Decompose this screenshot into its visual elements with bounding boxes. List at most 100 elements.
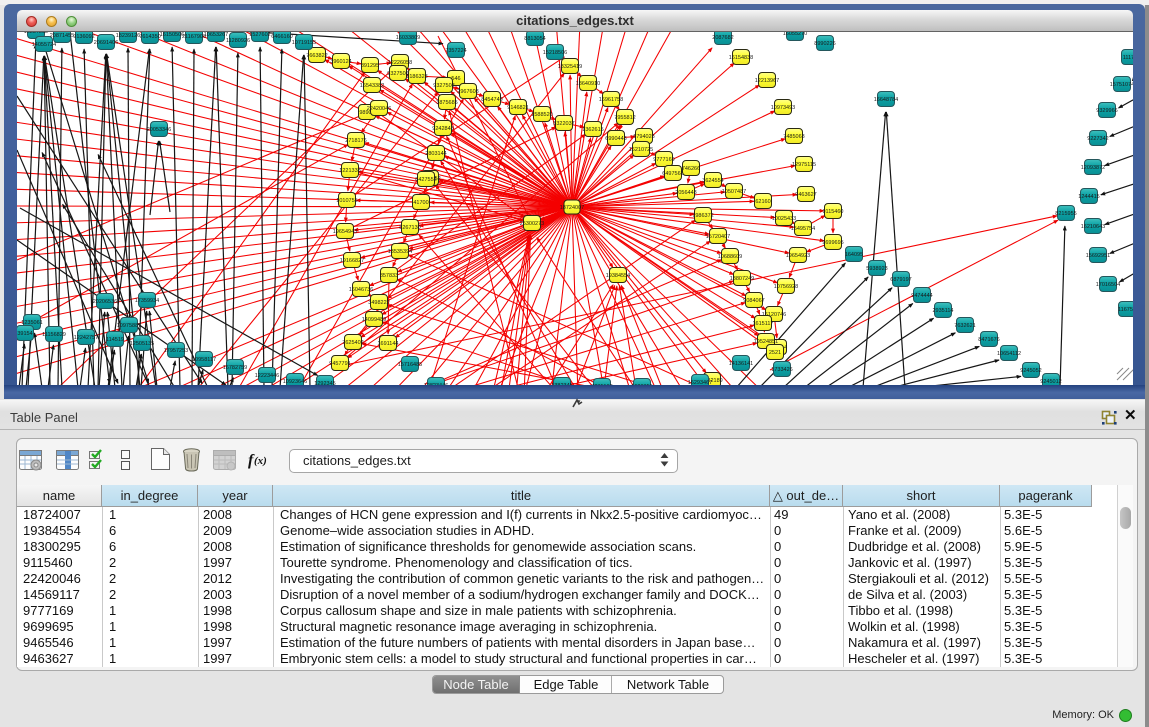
svg-text:16782759: 16782759 <box>223 365 247 371</box>
svg-text:1588520: 1588520 <box>531 112 552 118</box>
svg-text:12505135: 12505135 <box>130 341 154 347</box>
svg-text:15716485: 15716485 <box>398 362 422 368</box>
svg-text:1629356: 1629356 <box>631 384 652 390</box>
svg-text:746266: 746266 <box>682 166 700 172</box>
svg-text:3498222: 3498222 <box>368 300 389 306</box>
svg-text:891295: 891295 <box>361 63 379 69</box>
svg-text:18239126: 18239126 <box>116 33 140 39</box>
svg-text:21167908: 21167908 <box>182 34 206 40</box>
svg-text:9242843: 9242843 <box>432 126 453 132</box>
svg-text:22420046: 22420046 <box>367 106 391 112</box>
svg-text:2056443: 2056443 <box>675 190 696 196</box>
svg-text:18724007: 18724007 <box>560 205 584 211</box>
svg-text:1382345: 1382345 <box>551 383 572 389</box>
svg-text:15751074: 15751074 <box>1110 82 1134 88</box>
svg-text:1221338: 1221338 <box>339 168 360 174</box>
svg-text:15720407: 15720407 <box>706 234 730 240</box>
svg-text:16150506: 16150506 <box>160 32 184 38</box>
svg-text:15495754: 15495754 <box>791 226 815 232</box>
svg-text:9084067: 9084067 <box>743 298 764 304</box>
svg-text:6879197: 6879197 <box>890 277 911 283</box>
svg-text:9777169: 9777169 <box>653 157 674 163</box>
svg-text:857833: 857833 <box>380 273 398 279</box>
svg-text:9329966: 9329966 <box>1096 108 1117 114</box>
svg-text:2967608: 2967608 <box>457 89 478 95</box>
svg-text:17016504: 17016504 <box>1096 282 1120 288</box>
svg-text:19524851: 19524851 <box>754 339 778 345</box>
svg-text:8990226: 8990226 <box>814 41 835 47</box>
svg-text:9457791: 9457791 <box>329 361 350 367</box>
svg-text:9463627: 9463627 <box>795 192 816 198</box>
svg-text:1691144: 1691144 <box>377 341 398 347</box>
svg-text:8215955: 8215955 <box>1055 211 1076 217</box>
svg-text:9136092: 9136092 <box>73 34 94 40</box>
svg-text:20871455: 20871455 <box>50 33 74 39</box>
svg-text:19654943: 19654943 <box>333 229 357 235</box>
svg-text:13535394: 13535394 <box>388 249 412 255</box>
svg-text:16648784: 16648784 <box>874 97 898 103</box>
svg-text:10756928: 10756928 <box>774 284 798 290</box>
svg-text:5938923: 5938923 <box>866 266 887 272</box>
svg-text:19166827: 19166827 <box>340 258 364 264</box>
svg-text:12223446: 12223446 <box>255 373 279 379</box>
svg-text:16154838: 16154838 <box>729 55 753 61</box>
svg-text:25300273: 25300273 <box>520 221 544 227</box>
svg-text:9327508: 9327508 <box>433 83 454 89</box>
svg-text:16961758: 16961758 <box>599 97 623 103</box>
svg-text:3875685: 3875685 <box>436 100 457 106</box>
svg-text:9699695: 9699695 <box>822 240 843 246</box>
svg-text:7632621: 7632621 <box>954 323 975 329</box>
svg-text:12975115: 12975115 <box>792 162 816 168</box>
svg-text:12242757: 12242757 <box>74 335 98 341</box>
svg-text:14099489: 14099489 <box>362 317 386 323</box>
svg-text:62160: 62160 <box>755 199 770 205</box>
svg-text:8471676: 8471676 <box>978 337 999 343</box>
svg-text:116753: 116753 <box>1118 307 1136 313</box>
svg-text:17359934: 17359934 <box>135 298 159 304</box>
svg-text:8427552: 8427552 <box>415 177 436 183</box>
svg-text:39154: 39154 <box>17 331 32 337</box>
svg-text:7986372: 7986372 <box>692 213 713 219</box>
svg-text:10654112: 10654112 <box>997 351 1021 357</box>
svg-text:10653267: 10653267 <box>204 32 228 38</box>
svg-text:7235192: 7235192 <box>591 384 612 390</box>
svg-text:9245012: 9245012 <box>1040 379 1061 385</box>
svg-text:19384554: 19384554 <box>606 273 630 279</box>
svg-text:1733426: 1733426 <box>771 367 792 373</box>
svg-text:7955812: 7955812 <box>614 115 635 121</box>
svg-text:7663822: 7663822 <box>306 53 327 59</box>
svg-text:6794028: 6794028 <box>633 134 654 140</box>
svg-text:13325419: 13325419 <box>558 64 582 70</box>
svg-text:16293467: 16293467 <box>688 380 712 386</box>
svg-text:114519: 114519 <box>106 337 124 343</box>
svg-text:20691406: 20691406 <box>94 40 118 46</box>
svg-text:7614350: 7614350 <box>139 34 160 40</box>
svg-text:1527602: 1527602 <box>249 32 270 38</box>
svg-text:7485063: 7485063 <box>783 134 804 140</box>
svg-text:1362615: 1362615 <box>582 127 603 133</box>
svg-text:15692951: 15692951 <box>1086 253 1110 259</box>
svg-text:10923646: 10923646 <box>283 379 307 385</box>
svg-text:10025433: 10025433 <box>772 216 796 222</box>
svg-text:14055724: 14055724 <box>32 42 56 48</box>
svg-text:9146821: 9146821 <box>507 105 528 111</box>
svg-text:1615117: 1615117 <box>752 321 773 327</box>
svg-text:12823446: 12823446 <box>424 383 448 389</box>
svg-text:6990448: 6990448 <box>605 136 626 142</box>
svg-text:2935114: 2935114 <box>932 308 953 314</box>
svg-text:(x): (x) <box>254 455 267 467</box>
svg-text:8267130: 8267130 <box>399 225 420 231</box>
svg-text:2521: 2521 <box>769 350 781 356</box>
svg-text:2803144: 2803144 <box>425 151 446 157</box>
svg-text:8322037: 8322037 <box>553 121 574 127</box>
svg-text:16033809: 16033809 <box>396 35 420 41</box>
svg-text:9245052: 9245052 <box>1020 368 1041 374</box>
svg-text:18640910: 18640910 <box>576 81 600 87</box>
svg-text:10507487: 10507487 <box>722 189 746 195</box>
svg-text:16543382: 16543382 <box>360 83 384 89</box>
svg-text:3624554: 3624554 <box>702 178 723 184</box>
svg-text:9115460: 9115460 <box>822 209 843 215</box>
svg-text:12093872: 12093872 <box>1081 165 1105 171</box>
svg-text:6497568: 6497568 <box>662 171 683 177</box>
svg-text:20053346: 20053346 <box>147 127 171 133</box>
